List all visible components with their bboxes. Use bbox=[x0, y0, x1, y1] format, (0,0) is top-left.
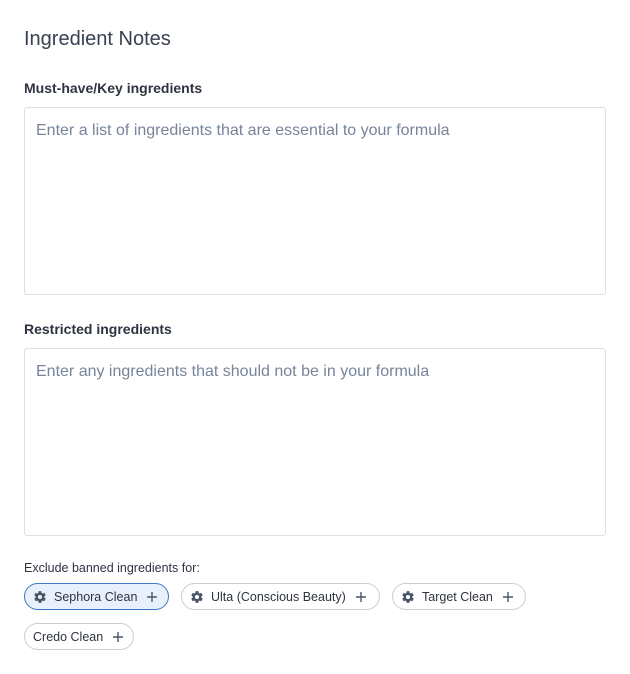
plus-icon bbox=[355, 591, 367, 603]
restricted-ingredients-input[interactable] bbox=[25, 349, 605, 535]
chip-target-clean[interactable]: Target Clean bbox=[392, 583, 526, 610]
key-ingredients-label: Must-have/Key ingredients bbox=[24, 80, 203, 96]
gear-icon bbox=[33, 590, 47, 604]
chip-sephora-clean[interactable]: Sephora Clean bbox=[24, 583, 169, 610]
exclude-banned-label: Exclude banned ingredients for: bbox=[24, 561, 200, 575]
plus-icon bbox=[146, 591, 158, 603]
plus-icon bbox=[112, 631, 124, 643]
chip-label: Target Clean bbox=[422, 589, 493, 604]
restricted-ingredients-field-container bbox=[24, 348, 606, 536]
chip-credo-clean[interactable]: Credo Clean bbox=[24, 623, 134, 650]
gear-icon bbox=[401, 590, 415, 604]
chip-label: Sephora Clean bbox=[54, 589, 138, 604]
plus-icon bbox=[502, 591, 514, 603]
chip-label: Ulta (Conscious Beauty) bbox=[211, 589, 346, 604]
restricted-ingredients-label: Restricted ingredients bbox=[24, 321, 172, 337]
section-title: Ingredient Notes bbox=[24, 28, 171, 50]
key-ingredients-field-container bbox=[24, 107, 606, 295]
chip-label: Credo Clean bbox=[33, 629, 104, 644]
gear-icon bbox=[190, 590, 204, 604]
chip-ulta-conscious-beauty[interactable]: Ulta (Conscious Beauty) bbox=[181, 583, 380, 610]
key-ingredients-input[interactable] bbox=[25, 108, 605, 294]
